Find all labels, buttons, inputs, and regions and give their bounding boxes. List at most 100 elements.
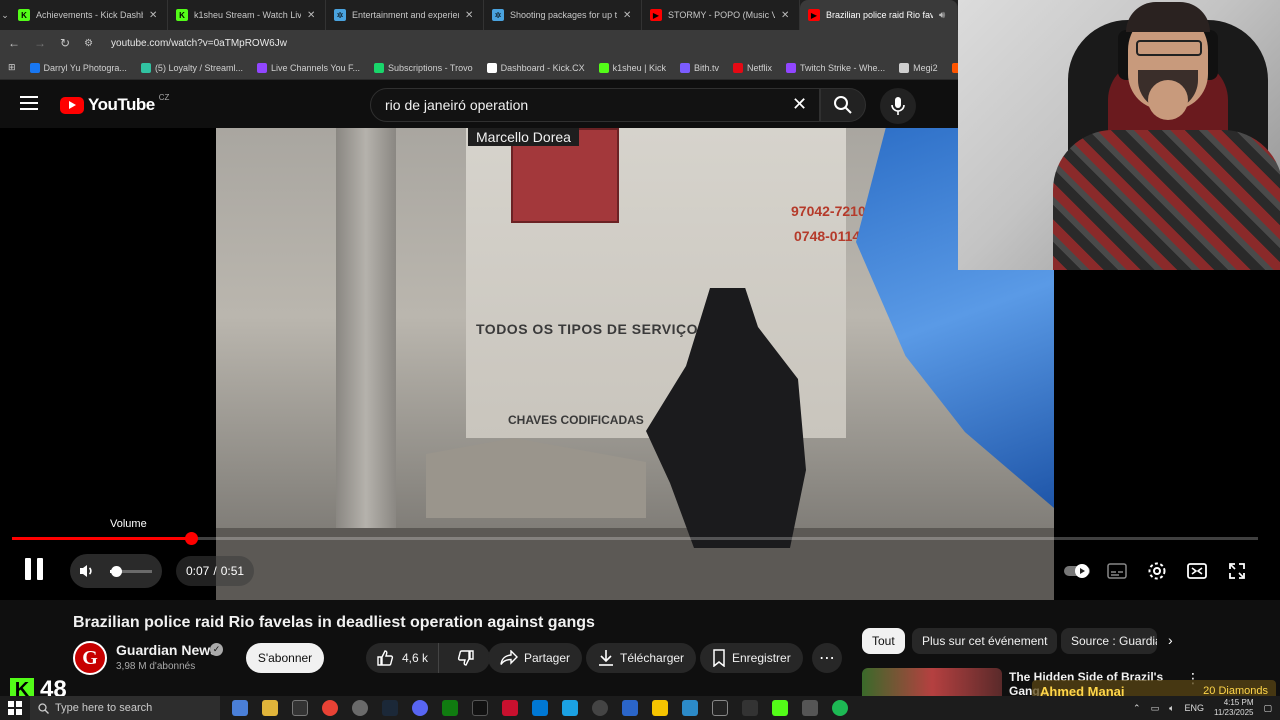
bookmark-label: Live Channels You F... [270,62,361,73]
webcam-hand [1148,80,1188,120]
app-icon-blue[interactable] [562,700,578,716]
channel-name[interactable]: Guardian News [116,642,218,658]
taskbar-search[interactable]: Type here to search [30,696,220,720]
subtitles-button[interactable] [1102,556,1132,586]
volume-slider[interactable] [110,566,152,577]
download-button[interactable]: Télécharger [586,643,697,673]
theater-mode-button[interactable] [1182,556,1212,586]
bookmark-item[interactable]: Bith.tv [680,62,719,73]
settings-button[interactable] [1142,556,1172,586]
language-indicator[interactable]: ENG [1185,703,1205,713]
kick-app-icon[interactable] [772,700,788,716]
store-app-icon[interactable] [532,700,548,716]
tab-close-icon[interactable]: ✕ [623,10,633,21]
tab-close-icon[interactable]: ✕ [781,10,791,21]
notifications-icon[interactable]: ▢ [1263,703,1272,714]
chip-more-on-event[interactable]: Plus sur cet événement [912,628,1058,654]
progress-scrubber[interactable] [184,532,198,545]
tab-close-icon[interactable]: ✕ [149,10,159,21]
like-button[interactable]: 4,6 k [366,643,440,673]
progress-bar[interactable] [12,532,1258,545]
bookmark-favicon-icon [680,62,691,73]
spotify-app-icon[interactable] [832,700,848,716]
tab-close-icon[interactable]: ✕ [307,10,317,21]
more-actions-button[interactable]: ⋯ [812,643,842,673]
chip-all[interactable]: Tout [862,628,905,654]
bookmark-item[interactable]: Subscriptions - Trovo [374,62,473,73]
tab-close-icon[interactable]: ✕ [465,10,475,21]
app-icon-navy[interactable] [622,700,638,716]
file-explorer-app-icon[interactable] [262,700,278,716]
autoplay-toggle[interactable] [1062,556,1092,586]
vivaldi-app-icon[interactable] [502,700,518,716]
windows-start-icon[interactable] [0,696,30,720]
forward-icon[interactable]: → [34,36,46,50]
browser-tab[interactable]: ✲ Entertainment and experiences ✕ [326,0,484,30]
search-icon [38,702,49,714]
pause-button[interactable] [22,558,46,584]
speaker-icon[interactable]: 🔈︎ [1169,703,1174,714]
menu-icon[interactable] [20,96,38,110]
bookmark-item[interactable]: Twitch Strike - Whe... [786,62,885,73]
tab-audio-icon[interactable]: 🔊︎ [939,10,949,21]
chip-source[interactable]: Source : Guardian [1061,628,1157,654]
app-icon-dark[interactable] [742,700,758,716]
search-input[interactable]: rio de janeiró operation [370,88,820,122]
dislike-button[interactable] [445,643,487,673]
chevron-up-icon[interactable]: ⌃ [1133,703,1141,714]
clear-search-icon[interactable]: ✕ [792,94,807,115]
youtube-logo[interactable]: YouTube CZ [60,93,169,115]
bookmark-item[interactable]: Megi2 [899,62,938,73]
obs-app-icon[interactable] [352,700,368,716]
bookmarks-bar: ⊞ Darryl Yu Photogra... (5) Loyalty / Str… [0,56,958,80]
bookmark-item[interactable]: (5) Loyalty / Streaml... [140,62,243,73]
chrome-app-icon[interactable] [322,700,338,716]
tab-label: k1sheu Stream - Watch Live on Kick [194,10,301,20]
browser-tab[interactable]: ✲ Shooting packages for up to 4 ✕ [484,0,642,30]
apps-icon[interactable]: ⊞ [8,62,16,73]
app-icon-grey[interactable] [592,700,608,716]
tiktok-app-icon[interactable] [472,700,488,716]
bookmark-item[interactable]: Netflix [733,62,772,73]
browser-tab[interactable]: Kk1sheu Stream - Watch Live on Kick ✕ [168,0,326,30]
steam-app-icon[interactable] [382,700,398,716]
channel-avatar[interactable]: G [73,641,107,675]
bookmark-item[interactable]: Darryl Yu Photogra... [29,62,127,73]
tab-list: KAchievements - Kick Dashboard✕Kk1sheu S… [10,0,958,30]
fullscreen-button[interactable] [1222,556,1252,586]
xbox-app-icon[interactable] [442,700,458,716]
chevron-right-icon[interactable]: › [1168,632,1173,648]
reload-icon[interactable]: ↻ [60,36,70,50]
save-button[interactable]: Enregistrer [700,643,803,673]
taskbar-clock[interactable]: 4:15 PM 11/23/2025 [1214,698,1253,718]
browser-tab[interactable]: ▶ Brazilian police raid Rio favelas 🔊︎ [800,0,958,30]
bookmark-item[interactable]: k1sheu | Kick [598,62,666,73]
network-icon[interactable]: ▭ [1151,703,1160,714]
epic-games-app-icon[interactable] [292,700,308,716]
subscribe-button[interactable]: S'abonner [246,643,324,673]
discord-app-icon[interactable] [412,700,428,716]
browser-tab[interactable]: ▶ STORMY - POPO (Music Video) ✕ [642,0,800,30]
more-horizontal-icon: ⋯ [819,650,835,667]
bookmark-item[interactable]: Dashboard - Kick.CX [486,62,585,73]
bookmark-item[interactable]: Live Channels You F... [256,62,361,73]
volume-knob[interactable] [111,566,123,577]
voice-search-button[interactable] [880,88,916,124]
app-icon-yellow[interactable] [652,700,668,716]
app-icon-azure[interactable] [682,700,698,716]
site-info-icon[interactable]: ⚙ [84,38,93,49]
volume-icon[interactable] [78,562,96,580]
tab-search-button[interactable]: ⌄ [0,0,10,30]
progress-played [12,537,191,540]
copilot-app-icon[interactable] [232,700,248,716]
app-icon-slate[interactable] [802,700,818,716]
capcut-app-icon[interactable] [712,700,728,716]
share-button[interactable]: Partager [488,643,583,673]
recommended-thumbnail[interactable] [862,668,1002,696]
back-icon[interactable]: ← [8,36,20,50]
browser-tab[interactable]: K Achievements - Kick Dashboard ✕ [10,0,168,30]
url-field[interactable]: youtube.com/watch?v=0aTMpROW6Jw [111,38,287,49]
search-button[interactable] [820,88,866,122]
volume-control[interactable] [70,554,162,588]
video-frame[interactable]: 97042-7210 0748-0114 TODOS OS TIPOS DE S… [216,128,1054,600]
